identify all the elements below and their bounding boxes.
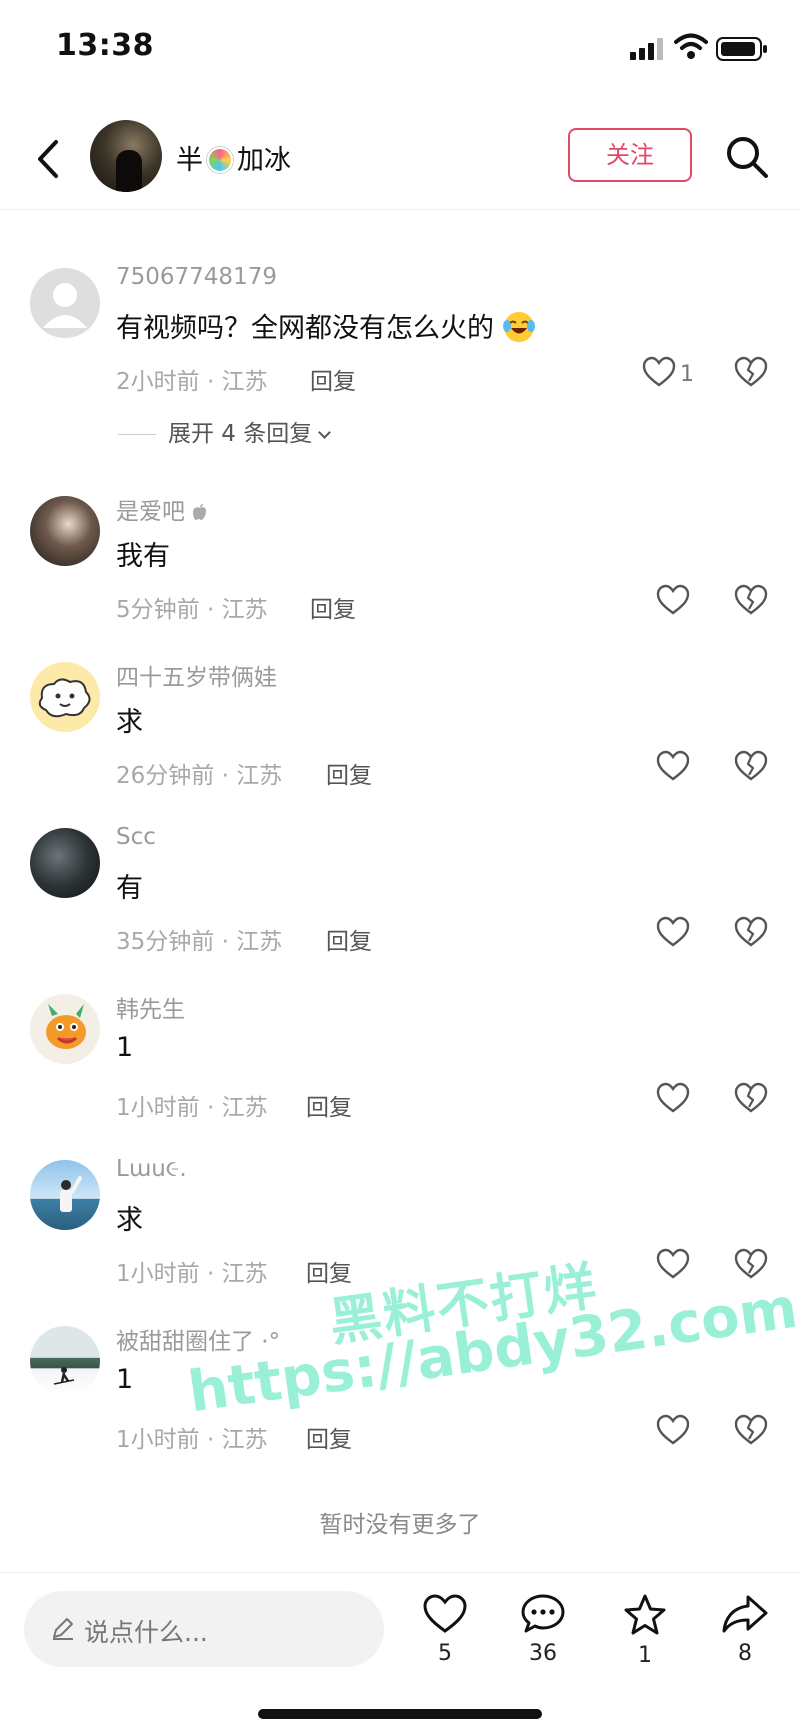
comment-username[interactable]: Scc bbox=[116, 824, 156, 850]
broken-heart-icon[interactable] bbox=[734, 356, 768, 390]
comment-item: 韩先生 1 1小时前 · 江苏 回复 bbox=[0, 984, 800, 1134]
follow-button[interactable]: 关注 bbox=[568, 128, 692, 182]
laughing-tears-emoji-icon bbox=[502, 312, 535, 342]
status-time: 13:38 bbox=[56, 28, 154, 63]
like-count: 1 bbox=[680, 362, 694, 387]
comment-text: 1 bbox=[116, 1032, 134, 1063]
expand-replies-button[interactable]: 展开 4 条回复 bbox=[118, 414, 332, 448]
star-icon bbox=[624, 1594, 666, 1635]
wifi-icon bbox=[674, 33, 708, 59]
comment-time-location: 5分钟前 · 江苏 bbox=[116, 597, 268, 623]
comment-username[interactable]: 是爱吧 bbox=[116, 492, 208, 526]
comment-text: 我有 bbox=[116, 541, 170, 572]
bottom-action-bar: 说点什么... 5 36 1 8 bbox=[0, 1572, 800, 1732]
heart-icon[interactable] bbox=[656, 916, 690, 950]
search-icon[interactable] bbox=[724, 134, 770, 180]
battery-icon bbox=[716, 37, 767, 61]
heart-icon[interactable] bbox=[642, 356, 676, 390]
status-bar: 13:38 bbox=[0, 0, 800, 100]
apple-logo-icon bbox=[193, 504, 207, 520]
reply-button[interactable]: 回复 bbox=[326, 756, 372, 790]
avatar[interactable] bbox=[30, 828, 100, 898]
signal-icon bbox=[630, 38, 663, 60]
reply-button[interactable]: 回复 bbox=[326, 922, 372, 956]
comment-text: 求 bbox=[116, 707, 143, 738]
avatar[interactable] bbox=[30, 1326, 100, 1396]
divider-line bbox=[118, 434, 156, 435]
comment-item: 四十五岁带俩娃 求 26分钟前 · 江苏 回复 bbox=[0, 652, 800, 802]
comment-item: 75067748179 有视频吗？全网都没有怎么火的 2小时前 · 江苏 回复 … bbox=[0, 258, 800, 458]
avatar[interactable] bbox=[30, 994, 100, 1064]
heart-icon[interactable] bbox=[656, 584, 690, 618]
comment-time-location: 1小时前 · 江苏 bbox=[116, 1261, 268, 1287]
comment-item: 是爱吧 我有 5分钟前 · 江苏 回复 bbox=[0, 486, 800, 636]
reply-button[interactable]: 回复 bbox=[306, 1420, 352, 1454]
reply-button[interactable]: 回复 bbox=[310, 590, 356, 624]
broken-heart-icon[interactable] bbox=[734, 916, 768, 950]
username-part-2: 加冰 bbox=[237, 145, 291, 176]
favorite-button[interactable]: 1 bbox=[610, 1593, 680, 1703]
default-user-icon bbox=[43, 283, 87, 328]
no-more-comments-label: 暂时没有更多了 bbox=[319, 1512, 481, 1538]
profile-username[interactable]: 半 加冰 bbox=[176, 138, 291, 177]
person-seaside-avatar-icon bbox=[60, 1176, 82, 1212]
comment-input[interactable]: 说点什么... bbox=[24, 1591, 384, 1667]
avatar[interactable] bbox=[30, 268, 100, 338]
comment-time-location: 1小时前 · 江苏 bbox=[116, 1095, 268, 1121]
lollipop-emoji bbox=[207, 147, 233, 173]
comment-text: 有 bbox=[116, 873, 143, 904]
like-count: 5 bbox=[438, 1641, 452, 1666]
broken-heart-icon[interactable] bbox=[734, 1082, 768, 1116]
share-button[interactable]: 8 bbox=[710, 1593, 780, 1703]
comment-text: 1 bbox=[116, 1364, 134, 1395]
chevron-down-icon bbox=[318, 426, 332, 439]
comment-time-location: 26分钟前 · 江苏 bbox=[116, 763, 283, 789]
profile-avatar[interactable] bbox=[90, 120, 162, 192]
broken-heart-icon[interactable] bbox=[734, 750, 768, 784]
heart-icon bbox=[423, 1594, 467, 1633]
home-indicator[interactable] bbox=[258, 1709, 542, 1719]
like-button[interactable]: 5 bbox=[410, 1593, 480, 1703]
expand-replies-label: 展开 4 条回复 bbox=[168, 421, 313, 447]
heart-icon[interactable] bbox=[656, 1248, 690, 1282]
comment-text-content: 有视频吗？全网都没有怎么火的 bbox=[116, 313, 494, 344]
broken-heart-icon[interactable] bbox=[734, 584, 768, 618]
profile-header: 半 加冰 关注 bbox=[0, 110, 800, 210]
comment-time-location: 35分钟前 · 江苏 bbox=[116, 929, 283, 955]
avatar[interactable] bbox=[30, 496, 100, 566]
pencil-icon bbox=[53, 1618, 73, 1640]
comment-input-placeholder: 说点什么... bbox=[84, 1618, 208, 1647]
avatar[interactable] bbox=[30, 662, 100, 732]
dragon-avatar-icon bbox=[46, 1004, 86, 1049]
back-arrow-icon[interactable] bbox=[30, 134, 70, 184]
skier-avatar-icon bbox=[53, 1367, 75, 1385]
share-arrow-icon bbox=[722, 1595, 768, 1633]
share-count: 8 bbox=[738, 1641, 752, 1666]
heart-icon[interactable] bbox=[656, 1082, 690, 1116]
reply-button[interactable]: 回复 bbox=[310, 362, 356, 396]
comment-username[interactable]: 韩先生 bbox=[116, 990, 185, 1024]
comment-bubble-icon bbox=[521, 1594, 565, 1633]
comment-text: 有视频吗？全网都没有怎么火的 bbox=[116, 306, 535, 345]
comment-time-location: 1小时前 · 江苏 bbox=[116, 1427, 268, 1453]
comment-time-location: 2小时前 · 江苏 bbox=[116, 369, 268, 395]
comment-item: Scc 有 35分钟前 · 江苏 回复 bbox=[0, 818, 800, 968]
username-part-1: 半 bbox=[176, 145, 203, 176]
comment-username[interactable]: 75067748179 bbox=[116, 264, 277, 290]
cartoon-avatar-icon bbox=[38, 678, 91, 718]
heart-icon[interactable] bbox=[656, 1414, 690, 1448]
comment-count: 36 bbox=[529, 1641, 557, 1666]
favorite-count: 1 bbox=[638, 1643, 652, 1668]
avatar[interactable] bbox=[30, 1160, 100, 1230]
broken-heart-icon[interactable] bbox=[734, 1248, 768, 1282]
comment-button[interactable]: 36 bbox=[508, 1593, 578, 1703]
heart-icon[interactable] bbox=[656, 750, 690, 784]
comment-username-text: 是爱吧 bbox=[116, 499, 185, 525]
broken-heart-icon[interactable] bbox=[734, 1414, 768, 1448]
reply-button[interactable]: 回复 bbox=[306, 1088, 352, 1122]
comment-username[interactable]: 四十五岁带俩娃 bbox=[116, 658, 277, 692]
comment-text: 求 bbox=[116, 1205, 143, 1236]
comment-username[interactable]: Lɯu૯. bbox=[116, 1156, 187, 1182]
